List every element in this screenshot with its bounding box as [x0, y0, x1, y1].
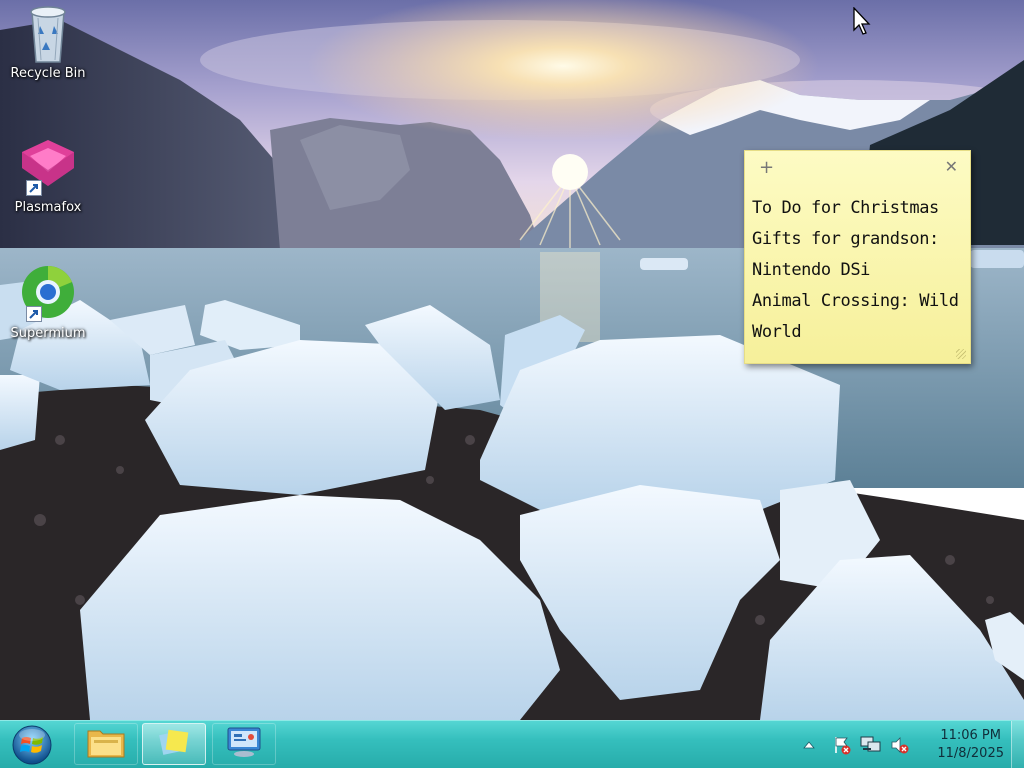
- sticky-notes-icon: [157, 725, 191, 763]
- supermium-icon: [18, 264, 78, 324]
- taskbar-button-control-panel[interactable]: [212, 723, 276, 765]
- taskbar-button-sticky-notes[interactable]: [142, 723, 206, 765]
- action-center-flag-icon[interactable]: [832, 735, 852, 755]
- taskbar: 11:06 PM 11/8/2025: [0, 720, 1024, 768]
- clock-date: 11/8/2025: [937, 746, 1004, 761]
- desktop-icon-supermium[interactable]: Supermium: [0, 264, 96, 341]
- recycle-bin-icon: [18, 4, 78, 64]
- clock[interactable]: 11:06 PM 11/8/2025: [937, 727, 1004, 763]
- add-note-button[interactable]: +: [759, 157, 774, 178]
- file-explorer-icon: [86, 725, 126, 763]
- desktop-icon-label: Recycle Bin: [10, 66, 86, 81]
- desktop-icon-plasmafox[interactable]: Plasmafox: [0, 138, 96, 215]
- note-line: World: [752, 322, 802, 342]
- desktop-icon-label: Plasmafox: [14, 200, 82, 215]
- control-panel-icon: [224, 725, 264, 763]
- resize-grip-icon[interactable]: [956, 349, 966, 359]
- plasmafox-icon: [18, 138, 78, 198]
- note-line: Animal Crossing: Wild: [752, 291, 959, 311]
- note-line: To Do for Christmas: [752, 198, 939, 218]
- network-icon[interactable]: [860, 735, 881, 755]
- shortcut-arrow-icon: [26, 180, 42, 196]
- close-note-button[interactable]: ✕: [945, 157, 958, 176]
- desktop-icon-label: Supermium: [10, 326, 86, 341]
- taskbar-button-file-explorer[interactable]: [74, 723, 138, 765]
- sticky-note[interactable]: + ✕ To Do for Christmas Gifts for grands…: [744, 150, 971, 364]
- sticky-note-titlebar[interactable]: + ✕: [745, 151, 970, 183]
- show-desktop-button[interactable]: [1011, 721, 1024, 768]
- start-button[interactable]: [8, 724, 56, 766]
- note-line: Nintendo DSi: [752, 260, 871, 280]
- system-tray: 11:06 PM 11/8/2025: [802, 721, 1024, 769]
- mouse-pointer-icon: [853, 6, 873, 41]
- shortcut-arrow-icon: [26, 306, 42, 322]
- volume-muted-icon[interactable]: [890, 735, 910, 755]
- sticky-note-text[interactable]: To Do for Christmas Gifts for grandson: …: [745, 183, 970, 348]
- show-hidden-icons-arrow-icon[interactable]: [802, 737, 822, 757]
- desktop-icon-recycle-bin[interactable]: Recycle Bin: [0, 4, 96, 81]
- windows-start-orb-icon: [12, 725, 52, 765]
- note-line: Gifts for grandson:: [752, 229, 939, 249]
- clock-time: 11:06 PM: [940, 728, 1001, 743]
